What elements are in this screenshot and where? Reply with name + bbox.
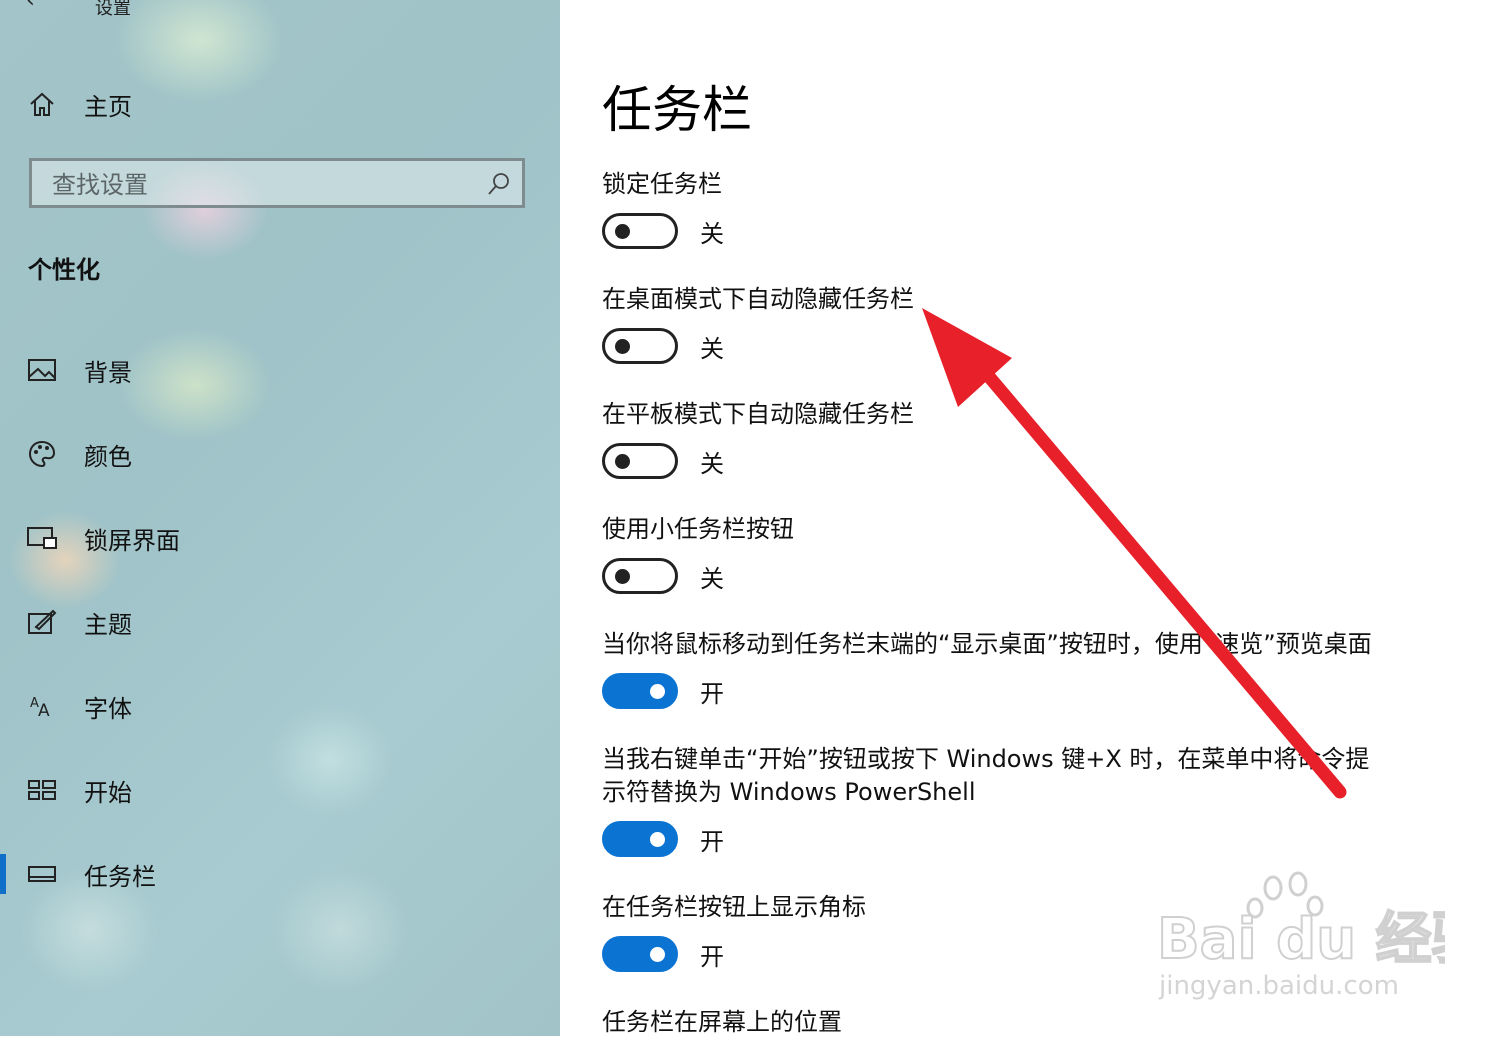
toggle-state: 关 (700, 564, 724, 593)
sidebar-item-label: 主页 (84, 92, 132, 121)
sidebar-item-taskbar[interactable]: 任务栏 (0, 846, 560, 902)
toggle-knob (650, 684, 665, 699)
sidebar-item-label: 字体 (84, 694, 132, 723)
sidebar-item-lock-screen[interactable]: 锁屏界面 (0, 510, 560, 566)
setting-autohide-tablet: 在平板模式下自动隐藏任务栏 关 (602, 398, 1392, 481)
setting-peek: 当你将鼠标移动到任务栏末端的“显示桌面”按钮时，使用“速览”预览桌面 开 (602, 628, 1392, 711)
font-icon: AA (26, 690, 58, 722)
small-buttons-toggle[interactable] (602, 558, 678, 594)
taskbar-location-heading: 任务栏在屏幕上的位置 (602, 1006, 1392, 1039)
search-icon[interactable] (486, 171, 512, 197)
setting-lock-taskbar: 锁定任务栏 关 (602, 168, 1392, 251)
toggle-knob (650, 832, 665, 847)
toggle-state: 开 (700, 942, 724, 971)
setting-autohide-desktop: 在桌面模式下自动隐藏任务栏 关 (602, 283, 1392, 366)
toggle-state: 关 (700, 219, 724, 248)
toggle-state: 关 (700, 334, 724, 363)
sidebar-item-colors[interactable]: 颜色 (0, 426, 560, 482)
setting-label: 当我右键单击“开始”按钮或按下 Windows 键+X 时，在菜单中将命令提示符… (602, 745, 1370, 806)
sidebar-item-home[interactable]: 主页 (0, 76, 560, 132)
search-input[interactable] (50, 169, 474, 201)
toggle-knob (615, 339, 630, 354)
powershell-toggle[interactable] (602, 821, 678, 857)
setting-label: 在平板模式下自动隐藏任务栏 (602, 400, 914, 428)
start-icon (26, 774, 58, 806)
setting-label: 使用小任务栏按钮 (602, 515, 794, 543)
theme-icon (26, 606, 58, 638)
lock-screen-icon (26, 522, 58, 554)
back-arrow-icon[interactable]: ‹ (26, 0, 35, 13)
setting-label: 任务栏在屏幕上的位置 (602, 1008, 842, 1036)
baidu-watermark: Bai du 经验 jingyan.baidu.com (1155, 870, 1489, 1010)
lock-taskbar-toggle[interactable] (602, 213, 678, 249)
sidebar-item-fonts[interactable]: AA 字体 (0, 678, 560, 734)
sidebar-item-label: 背景 (84, 358, 132, 387)
setting-label: 当你将鼠标移动到任务栏末端的“显示桌面”按钮时，使用“速览”预览桌面 (602, 630, 1372, 658)
sidebar-item-label: 主题 (84, 610, 132, 639)
toggle-knob (615, 224, 630, 239)
badges-toggle[interactable] (602, 936, 678, 972)
palette-icon (26, 438, 58, 470)
watermark-brand: Bai du 经验 (1157, 907, 1445, 972)
toggle-knob (615, 454, 630, 469)
setting-label: 锁定任务栏 (602, 170, 722, 198)
setting-label: 在桌面模式下自动隐藏任务栏 (602, 285, 914, 313)
autohide-desktop-toggle[interactable] (602, 328, 678, 364)
svg-text:A: A (38, 701, 50, 720)
picture-icon (26, 354, 58, 386)
section-title: 个性化 (28, 256, 100, 284)
sidebar-item-label: 任务栏 (84, 862, 156, 891)
toggle-state: 开 (700, 827, 724, 856)
sidebar-item-themes[interactable]: 主题 (0, 594, 560, 650)
page-title: 任务栏 (602, 81, 752, 139)
sidebar-item-label: 颜色 (84, 442, 132, 471)
peek-toggle[interactable] (602, 673, 678, 709)
autohide-tablet-toggle[interactable] (602, 443, 678, 479)
setting-small-buttons: 使用小任务栏按钮 关 (602, 513, 1392, 596)
taskbar-icon (26, 858, 58, 890)
watermark-url: jingyan.baidu.com (1158, 971, 1399, 1001)
sidebar-item-start[interactable]: 开始 (0, 762, 560, 818)
home-icon (26, 88, 58, 120)
window-title: 设置 (95, 0, 131, 19)
sidebar-item-background[interactable]: 背景 (0, 342, 560, 398)
sidebar: ‹ 设置 主页 个性化 背景 颜色 锁屏界面 主题 (0, 0, 560, 1036)
toggle-state: 开 (700, 679, 724, 708)
toggle-knob (650, 947, 665, 962)
search-box[interactable] (29, 158, 525, 208)
toggle-state: 关 (700, 449, 724, 478)
sidebar-item-label: 锁屏界面 (84, 526, 180, 555)
toggle-knob (615, 569, 630, 584)
sidebar-item-label: 开始 (84, 778, 132, 807)
setting-powershell: 当我右键单击“开始”按钮或按下 Windows 键+X 时，在菜单中将命令提示符… (602, 743, 1392, 859)
